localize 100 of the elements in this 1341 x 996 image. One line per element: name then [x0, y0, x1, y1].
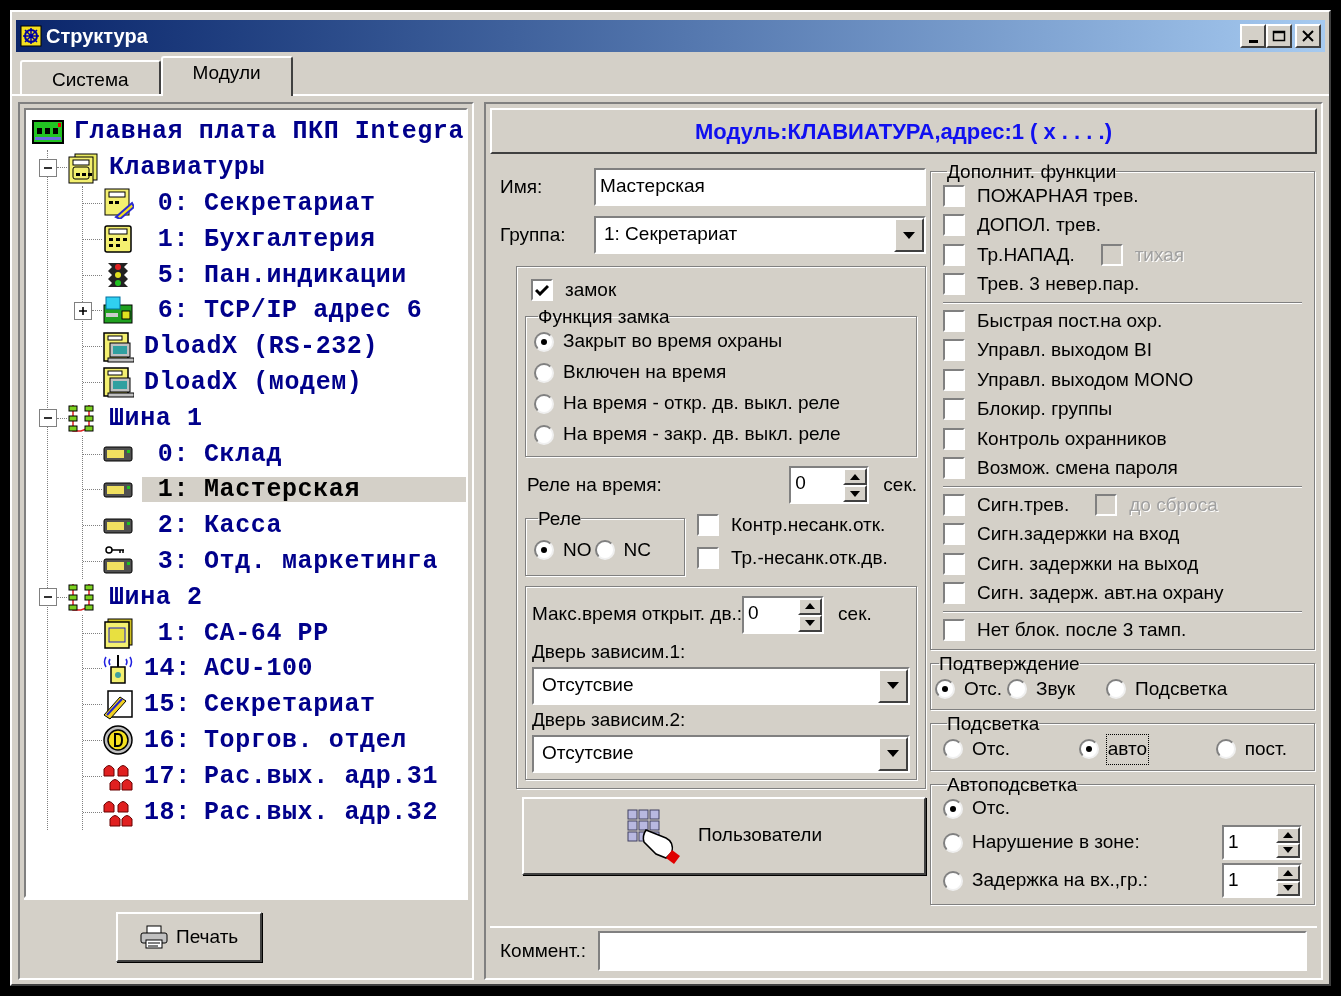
maximize-icon [1272, 30, 1286, 42]
spin-field[interactable]: 1 [1222, 863, 1302, 898]
comment-field[interactable] [598, 931, 1307, 971]
text-field[interactable]: Мастерская [594, 168, 926, 206]
checkbox-label: Возмож. смена пароля [977, 456, 1178, 480]
checkbox[interactable] [943, 273, 965, 296]
maximize-button[interactable] [1266, 24, 1292, 48]
checkbox-label: Сигн. задержки на выход [977, 551, 1199, 576]
field-label: Имя: [500, 174, 544, 199]
radio-button[interactable] [534, 362, 554, 383]
radio-button[interactable] [943, 832, 963, 853]
dropdown[interactable]: Отсутсвие [532, 666, 910, 705]
dropdown[interactable]: 1: Секретариат [594, 216, 926, 254]
plus-icon [78, 305, 88, 316]
tree-item[interactable]: 2: Касса [142, 513, 466, 539]
radio-label: авто [1106, 735, 1149, 764]
group-label: Подсветка [947, 714, 1040, 733]
checkbox[interactable] [943, 523, 965, 546]
checkbox[interactable] [943, 214, 965, 237]
spin-field[interactable]: 0 [789, 466, 870, 504]
checkbox-label: Контроль охранников [977, 426, 1167, 451]
radio-button[interactable] [1007, 678, 1028, 699]
checkbox[interactable] [943, 243, 965, 266]
tree-item[interactable]: Клавиатуры [107, 155, 466, 181]
minimize-button[interactable] [1240, 24, 1266, 48]
checkbox-label: Сигн.трев. [977, 492, 1070, 517]
radio-button[interactable] [534, 331, 554, 352]
tree-item[interactable]: 0: Секретариат [142, 191, 466, 216]
checkbox[interactable] [943, 184, 965, 207]
group-label: Дополнит. функции [947, 162, 1117, 181]
checkbox[interactable] [943, 582, 965, 605]
checkbox[interactable] [943, 339, 965, 362]
tree-item[interactable]: 15: Секретариат [142, 692, 466, 718]
radio-label: Задержка на вх.,гр.: [971, 868, 1150, 893]
tree-item[interactable]: DloadX (модем) [142, 369, 466, 395]
checkbox[interactable] [943, 618, 965, 641]
checkbox[interactable] [943, 457, 965, 480]
checkbox-label: Нет блок. после 3 тамп. [977, 617, 1187, 642]
tree-item[interactable]: 17: Рас.вых. адр.31 [142, 763, 466, 789]
tree-item[interactable]: 16: Торгов. отдел [142, 727, 466, 753]
window-title: Структура [46, 24, 148, 49]
checkbox[interactable] [697, 514, 719, 537]
tree-item[interactable]: 1: Мастерская [142, 477, 466, 503]
checkbox[interactable] [943, 427, 965, 450]
computer-icon [102, 330, 134, 363]
tree-item[interactable]: 3: Отд. маркетинга [142, 548, 466, 574]
collapse-button[interactable] [39, 158, 57, 177]
radio-button[interactable] [1106, 678, 1126, 699]
radio-button[interactable] [943, 798, 963, 819]
dropdown[interactable]: Отсутсвие [532, 734, 910, 773]
radio-button[interactable] [1078, 739, 1099, 760]
printer-icon [140, 925, 168, 949]
radio-button[interactable] [935, 678, 955, 699]
checkbox[interactable] [943, 309, 965, 332]
checkbox-label: Блокир. группы [977, 397, 1113, 421]
checkbox[interactable] [943, 398, 965, 421]
print-button[interactable]: Печать [116, 912, 263, 962]
radio-button[interactable] [1215, 739, 1236, 760]
tree-item[interactable]: 14: ACU-100 [142, 656, 466, 682]
card-reader-icon [102, 688, 134, 721]
radio-button[interactable] [534, 424, 554, 445]
checkbox[interactable] [943, 368, 965, 391]
radio-label: Закрыт во время охраны [562, 329, 784, 354]
field-label: Группа: [500, 222, 567, 247]
users-button[interactable]: Пользователи [522, 796, 926, 875]
tree-item[interactable]: 6: TCP/IP адрес 6 [142, 298, 466, 324]
tree-item[interactable]: 1: Бухгалтерия [142, 226, 466, 252]
group-label: Подтверждение [939, 653, 1080, 673]
tree-item[interactable]: 0: Склад [142, 441, 466, 467]
radio-button[interactable] [534, 393, 554, 414]
checkbox-label: Управл. выходом MONO [977, 367, 1194, 392]
spin-field[interactable]: 1 [1222, 825, 1302, 860]
tree-item[interactable]: Главная плата ПКП Integra [72, 119, 466, 145]
checkbox[interactable] [697, 546, 719, 569]
checkmark-icon [535, 284, 549, 296]
radio-button[interactable] [594, 540, 615, 561]
checkbox[interactable] [943, 552, 965, 575]
expand-button[interactable] [74, 301, 92, 320]
tree-item[interactable]: Шина 1 [107, 405, 466, 431]
radio-button[interactable] [534, 540, 554, 561]
tab[interactable]: Система [20, 60, 161, 94]
radio-label: На время - закр. дв. выкл. реле [562, 422, 842, 447]
collapse-button[interactable] [39, 588, 57, 607]
radio-button[interactable] [943, 870, 963, 891]
close-icon [1301, 30, 1315, 42]
spin-field[interactable]: 0 [742, 595, 825, 634]
checkbox[interactable] [531, 279, 553, 301]
tab[interactable]: Модули [160, 56, 293, 96]
tree-item[interactable]: 18: Рас.вых. адр.32 [142, 799, 466, 825]
collapse-button[interactable] [39, 409, 57, 428]
close-button[interactable] [1295, 24, 1321, 48]
tree-item[interactable]: Шина 2 [107, 584, 466, 610]
tree-item[interactable]: 1: CA-64 PP [142, 620, 466, 646]
tree-item[interactable]: 5: Пан.индикации [142, 262, 466, 288]
tree-item[interactable]: DloadX (RS-232) [142, 334, 466, 360]
radio-button[interactable] [943, 739, 963, 760]
radio-label: NO [562, 538, 593, 562]
checkbox[interactable] [943, 493, 965, 516]
keypad-stack-icon [67, 151, 99, 184]
field-label: Макс.время открыт. дв.: [532, 602, 743, 627]
